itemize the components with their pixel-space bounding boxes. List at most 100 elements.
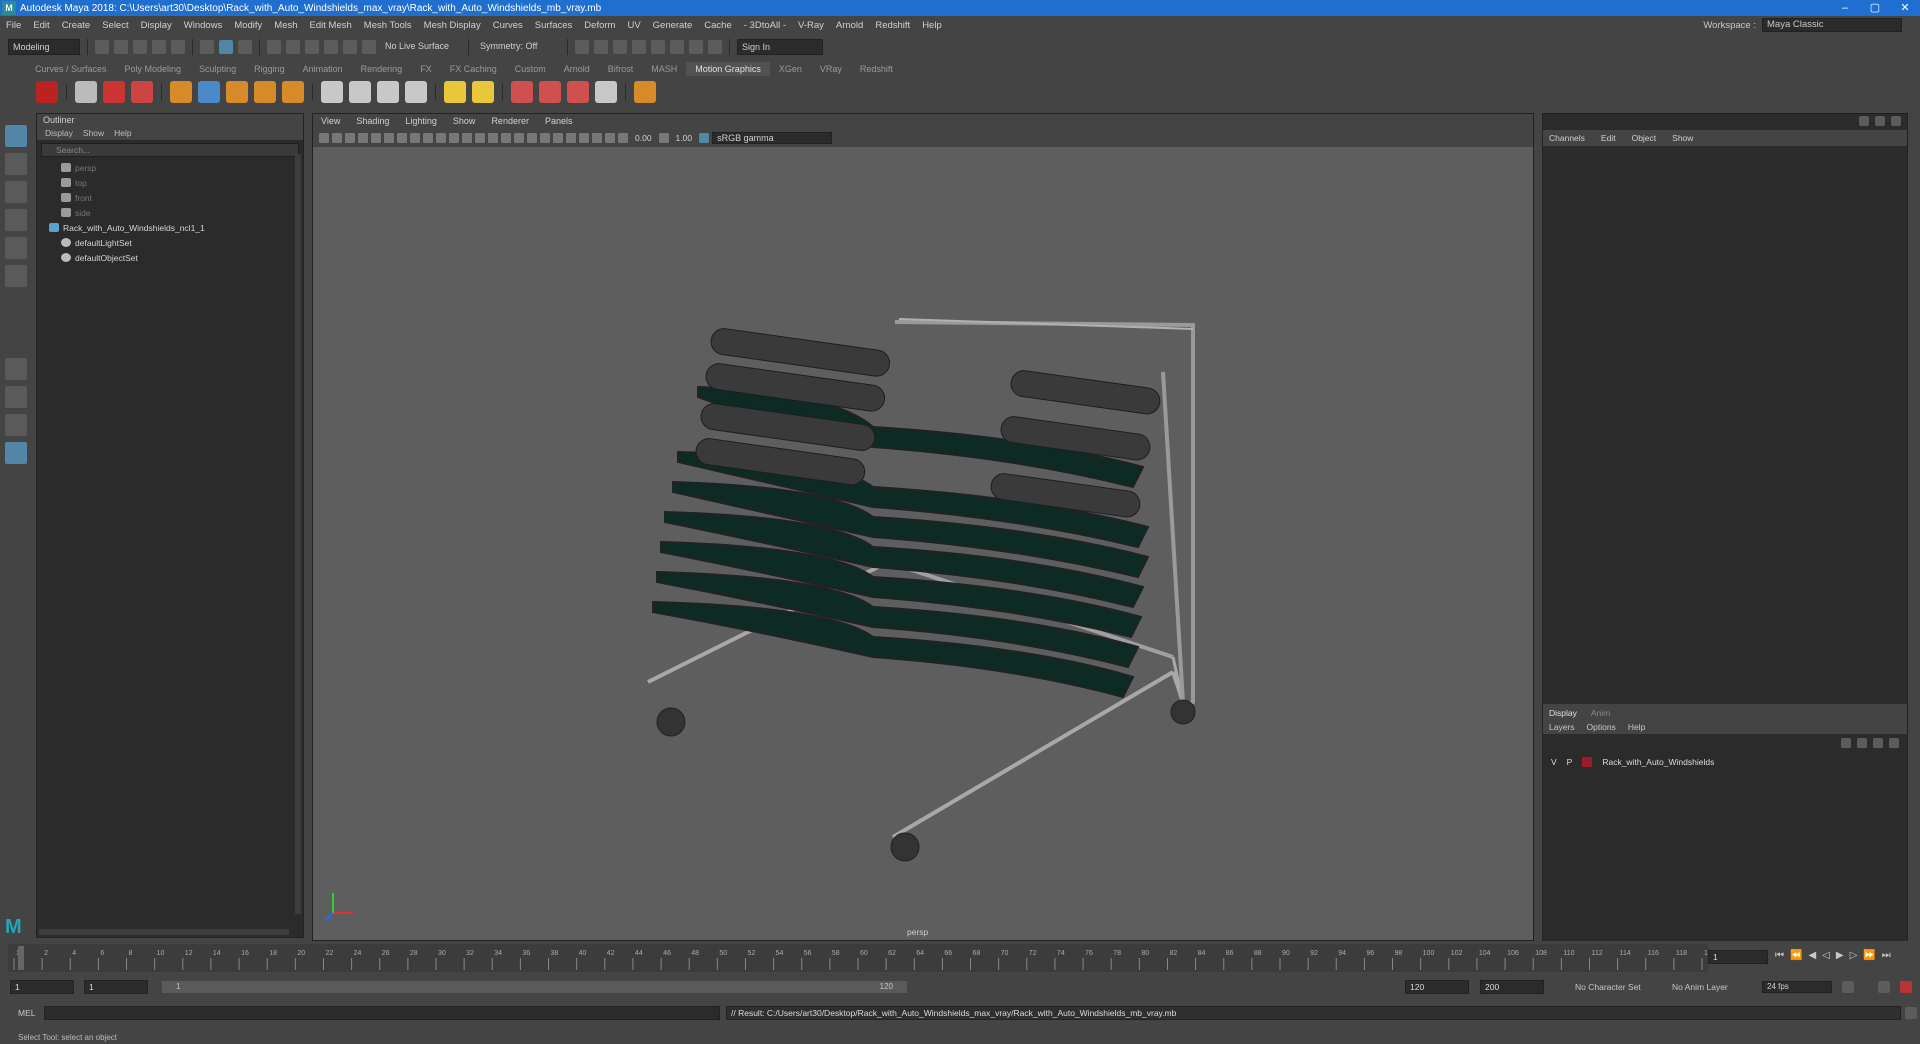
animation-end-field[interactable]: 200 [1480, 980, 1544, 994]
outliner-item[interactable]: front [37, 190, 303, 205]
snap-vertex-icon[interactable] [362, 40, 376, 54]
layer-color-swatch[interactable] [1582, 756, 1593, 767]
shelf-tab-xgen[interactable]: XGen [770, 62, 811, 76]
step-forward-frame-icon[interactable]: ▷ [1850, 950, 1858, 961]
shelf-tab-vray[interactable]: VRay [811, 62, 851, 76]
field-chart-icon[interactable] [423, 133, 433, 143]
layer-menu-options[interactable]: Options [1587, 720, 1616, 734]
viewport-menu-shading[interactable]: Shading [356, 114, 389, 129]
new-layer-selected-icon[interactable] [1889, 738, 1899, 748]
menu-help[interactable]: Help [916, 20, 948, 31]
wireframe-on-shaded-icon[interactable] [488, 133, 498, 143]
save-scene-icon[interactable] [133, 40, 147, 54]
shadows-icon[interactable] [527, 133, 537, 143]
gamma-icon[interactable] [658, 133, 669, 143]
outliner-item[interactable]: defaultObjectSet [37, 250, 303, 265]
menu-v-ray[interactable]: V-Ray [792, 20, 830, 31]
textured-icon[interactable] [501, 133, 511, 143]
playback-end-field[interactable]: 120 [1405, 980, 1469, 994]
minimize-button[interactable]: – [1830, 0, 1860, 16]
four-view-layout-icon[interactable] [5, 386, 27, 408]
sign-in-button[interactable]: Sign In [737, 39, 823, 55]
symmetry-dropdown[interactable]: Symmetry: Off [476, 39, 560, 55]
snap-view-plane-icon[interactable] [324, 40, 338, 54]
animation-start-field[interactable]: 1 [10, 980, 74, 994]
step-back-key-icon[interactable]: ⏪ [1790, 950, 1802, 961]
go-to-start-icon[interactable]: ⏮ [1775, 950, 1784, 961]
menu-edit[interactable]: Edit [27, 20, 55, 31]
menu-select[interactable]: Select [96, 20, 134, 31]
xray-icon[interactable] [592, 133, 602, 143]
shelf-text-icon[interactable] [103, 81, 125, 103]
channel-menu-show[interactable]: Show [1672, 130, 1693, 146]
shelf-deform-icon[interactable] [321, 81, 343, 103]
channel-menu-object[interactable]: Object [1632, 130, 1657, 146]
shelf-list-icon[interactable] [75, 81, 97, 103]
layer-down-icon[interactable] [1857, 738, 1867, 748]
select-tool-icon[interactable] [5, 125, 27, 147]
menu-generate[interactable]: Generate [647, 20, 699, 31]
use-lights-icon[interactable] [514, 133, 524, 143]
go-to-end-icon[interactable]: ⏭ [1882, 950, 1891, 961]
resolution-gate-icon[interactable] [397, 133, 407, 143]
pause-icon[interactable] [708, 40, 722, 54]
viewport-panel[interactable]: View Shading Lighting Show Renderer Panels 0.… [312, 113, 1534, 941]
shelf-tab-rendering[interactable]: Rendering [352, 62, 412, 76]
viewport-menu-renderer[interactable]: Renderer [491, 114, 529, 129]
layer-tab-display[interactable]: Display [1549, 706, 1577, 720]
paint-select-tool-icon[interactable] [5, 181, 27, 203]
render-frame-icon[interactable] [594, 40, 608, 54]
menu-edit-mesh[interactable]: Edit Mesh [304, 20, 358, 31]
hypershade-icon[interactable] [651, 40, 665, 54]
shelf-tab-rigging[interactable]: Rigging [245, 62, 294, 76]
viewport-menu-show[interactable]: Show [453, 114, 476, 129]
current-time-marker[interactable] [18, 946, 24, 970]
step-forward-key-icon[interactable]: ⏩ [1863, 950, 1875, 961]
menu-set-dropdown[interactable]: Modeling [8, 39, 80, 55]
viewport-menu-lighting[interactable]: Lighting [405, 114, 437, 129]
color-management-icon[interactable] [699, 133, 710, 143]
shelf-mash-icon[interactable] [36, 81, 58, 103]
playback-start-field[interactable]: 1 [84, 980, 148, 994]
smooth-shade-icon[interactable] [475, 133, 485, 143]
side-by-side-layout-icon[interactable] [5, 414, 27, 436]
shelf-paint-icon[interactable] [131, 81, 153, 103]
shelf-tab-animation[interactable]: Animation [294, 62, 352, 76]
menu-curves[interactable]: Curves [487, 20, 529, 31]
camera-attr-icon[interactable] [332, 133, 342, 143]
command-language-label[interactable]: MEL [0, 1008, 40, 1018]
shelf-cloth-icon[interactable] [511, 81, 533, 103]
single-view-layout-icon[interactable] [5, 358, 27, 380]
outliner-item[interactable]: top [37, 175, 303, 190]
outliner-item[interactable]: persp [37, 160, 303, 175]
gamma-field[interactable]: 1.00 [672, 133, 697, 143]
menu-mesh-tools[interactable]: Mesh Tools [358, 20, 418, 31]
wireframe-icon[interactable] [462, 133, 472, 143]
gate-mask-icon[interactable] [410, 133, 420, 143]
outliner-menu-help[interactable]: Help [114, 126, 131, 140]
exposure-field[interactable]: 0.00 [631, 133, 656, 143]
shelf-sphere-icon[interactable] [170, 81, 192, 103]
shelf-tab-motion-graphics[interactable]: Motion Graphics [686, 62, 770, 76]
shelf-wave-icon[interactable] [405, 81, 427, 103]
menu-display[interactable]: Display [135, 20, 178, 31]
xray-joints-icon[interactable] [605, 133, 615, 143]
film-gate-icon[interactable] [384, 133, 394, 143]
shelf-tab-arnold[interactable]: Arnold [555, 62, 599, 76]
live-surface-field[interactable]: No Live Surface [381, 39, 461, 55]
menu-3dtoall[interactable]: - 3DtoAll - [738, 20, 792, 31]
layer-visibility-toggle[interactable]: V [1551, 757, 1557, 767]
select-hierarchy-icon[interactable] [200, 40, 214, 54]
outliner-menu-show[interactable]: Show [83, 126, 104, 140]
render-settings-icon[interactable] [632, 40, 646, 54]
vray-render-icon[interactable] [670, 40, 684, 54]
shelf-tab-redshift[interactable]: Redshift [851, 62, 902, 76]
script-editor-icon[interactable] [1905, 1007, 1917, 1019]
step-back-frame-icon[interactable]: ◀ [1808, 950, 1816, 961]
shelf-tab-bifrost[interactable]: Bifrost [599, 62, 643, 76]
camera-select-icon[interactable] [319, 133, 329, 143]
menu-create[interactable]: Create [56, 20, 97, 31]
menu-surfaces[interactable]: Surfaces [529, 20, 579, 31]
motion-blur-icon[interactable] [553, 133, 563, 143]
menu-deform[interactable]: Deform [578, 20, 621, 31]
